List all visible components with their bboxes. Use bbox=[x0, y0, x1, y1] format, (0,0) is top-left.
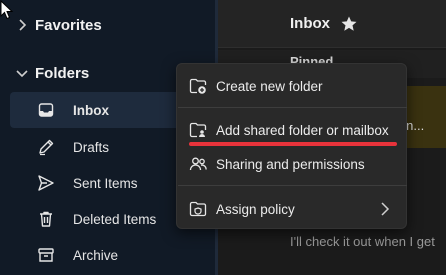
menu-item-label: Add shared folder or mailbox bbox=[216, 122, 389, 138]
sidebar-item-label: Inbox bbox=[73, 102, 109, 118]
star-icon[interactable] bbox=[340, 15, 358, 33]
message-preview-text: I'll check it out when I get bbox=[290, 234, 435, 249]
folder-policy-icon bbox=[188, 199, 208, 219]
pencil-icon bbox=[35, 136, 57, 158]
chevron-down-icon bbox=[15, 66, 29, 80]
folder-add-icon bbox=[188, 76, 208, 96]
favorites-section-header[interactable]: Favorites bbox=[0, 7, 102, 43]
sidebar-item-label: Archive bbox=[73, 247, 119, 263]
shared-folder-icon bbox=[188, 120, 208, 140]
sidebar-item-archive[interactable]: Archive bbox=[10, 237, 210, 273]
menu-item-label: Create new folder bbox=[216, 78, 323, 94]
inbox-icon bbox=[35, 99, 57, 121]
menu-item-create-new-folder[interactable]: Create new folder bbox=[177, 69, 408, 103]
menu-item-label: Sharing and permissions bbox=[216, 156, 365, 172]
menu-item-assign-policy[interactable]: Assign policy bbox=[177, 192, 408, 226]
sidebar-item-label: Sent Items bbox=[73, 175, 138, 191]
menu-item-label: Assign policy bbox=[216, 201, 295, 217]
mouse-cursor-icon bbox=[0, 0, 14, 20]
menu-separator bbox=[178, 107, 407, 108]
highlight-underline bbox=[189, 142, 397, 146]
archive-icon bbox=[35, 244, 57, 266]
favorites-label: Favorites bbox=[35, 16, 102, 34]
page-title: Inbox bbox=[290, 15, 330, 32]
menu-separator bbox=[178, 185, 407, 186]
people-icon bbox=[188, 154, 208, 174]
message-list-header: Inbox bbox=[218, 0, 446, 48]
menu-item-sharing-and-permissions[interactable]: Sharing and permissions bbox=[177, 147, 408, 181]
trash-icon bbox=[35, 208, 57, 230]
sidebar-item-label: Deleted Items bbox=[73, 211, 157, 227]
folders-section-header[interactable]: Folders bbox=[0, 55, 89, 91]
folders-label: Folders bbox=[35, 64, 90, 82]
chevron-right-icon bbox=[15, 18, 29, 32]
sidebar-item-label: Drafts bbox=[73, 139, 110, 155]
folder-context-menu: Create new folder Add shared folder or m… bbox=[176, 63, 407, 229]
send-icon bbox=[35, 172, 57, 194]
chevron-right-icon bbox=[381, 202, 390, 216]
